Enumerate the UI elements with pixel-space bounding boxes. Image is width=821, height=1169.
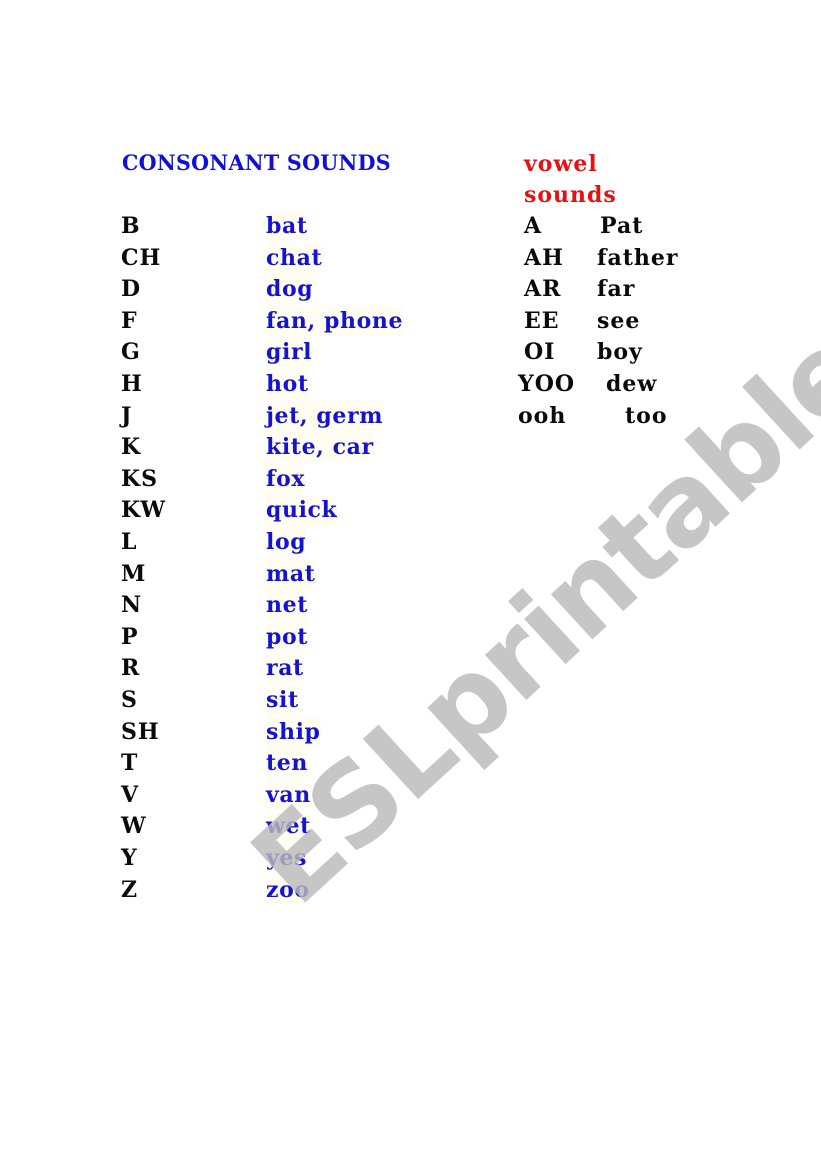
example-word: ten (266, 748, 308, 779)
example-word: ship (266, 716, 321, 747)
example-word: net (266, 590, 308, 621)
vowel-row: ooh too (0, 401, 821, 431)
consonant-code: L (121, 529, 138, 555)
vowel-row: YOO dew (0, 369, 821, 399)
example-word: far (597, 276, 636, 303)
consonant-row: Ppot (0, 621, 480, 652)
example-word: rat (266, 653, 304, 684)
consonant-code: KS (121, 465, 159, 492)
consonant-row: KS fox (0, 463, 480, 494)
consonant-row: Tten (0, 748, 480, 779)
vowel-sounds-heading: vowel sounds (524, 151, 617, 208)
consonant-row: KW quick (0, 495, 480, 526)
consonant-code: N (121, 592, 143, 619)
consonant-code: T (121, 750, 139, 777)
vowel-row: OI boy (0, 337, 821, 367)
example-word: quick (266, 495, 338, 526)
example-word: fox (266, 463, 306, 494)
vowel-code: AH (524, 244, 564, 271)
example-word: too (625, 402, 668, 429)
consonant-row: Wwet (0, 811, 480, 842)
worksheet-page: CONSONANT SOUNDS vowel sounds Bbat CH chat… (0, 0, 821, 1169)
consonant-code: Y (121, 845, 138, 871)
example-word: van (266, 779, 311, 810)
consonant-code: V (121, 781, 140, 808)
example-word: kite, car (266, 432, 374, 463)
example-word: boy (597, 339, 643, 366)
vowel-code: AR (524, 276, 562, 303)
example-word: father (597, 244, 679, 271)
example-word: mat (266, 558, 316, 589)
consonant-code: R (121, 655, 141, 682)
consonant-row: Nnet (0, 590, 480, 621)
consonant-code: SH (121, 718, 160, 745)
consonant-code: M (121, 560, 147, 587)
example-word: pot (266, 621, 309, 652)
consonant-row: Rrat (0, 653, 480, 684)
vowel-row: AH father (0, 243, 821, 273)
consonant-code: K (121, 434, 142, 461)
vowel-row: EE see (0, 306, 821, 336)
example-word: yes (266, 843, 307, 873)
vowel-code: EE (524, 307, 560, 334)
consonant-row: Zzoo (0, 874, 480, 905)
consonant-row: Ssit (0, 685, 480, 715)
example-word: wet (266, 811, 311, 842)
consonant-row: Kkite, car (0, 432, 480, 463)
example-word: sit (266, 685, 299, 715)
consonant-row: SH ship (0, 716, 480, 747)
example-word: log (266, 527, 307, 557)
vowel-row: AR far (0, 274, 821, 304)
consonant-row: Mmat (0, 558, 480, 589)
consonant-code: P (121, 623, 139, 650)
consonant-code: KW (121, 497, 167, 524)
vowel-row: A Pat (0, 211, 821, 241)
consonant-sounds-heading: CONSONANT SOUNDS (122, 150, 391, 175)
consonant-row: Llog (0, 527, 480, 557)
consonant-code: W (121, 813, 147, 840)
vowel-code: YOO (518, 371, 576, 397)
vowel-code: ooh (518, 402, 567, 429)
example-word: see (597, 307, 641, 334)
example-word: dew (606, 371, 658, 397)
example-word: zoo (266, 874, 310, 905)
vowel-code: A (524, 213, 543, 239)
vowel-code: OI (524, 339, 556, 366)
consonant-row: Vvan (0, 779, 480, 810)
consonant-code: S (121, 687, 138, 713)
consonant-row: Yyes (0, 843, 480, 873)
example-word: Pat (600, 213, 644, 239)
consonant-code: Z (121, 876, 139, 903)
